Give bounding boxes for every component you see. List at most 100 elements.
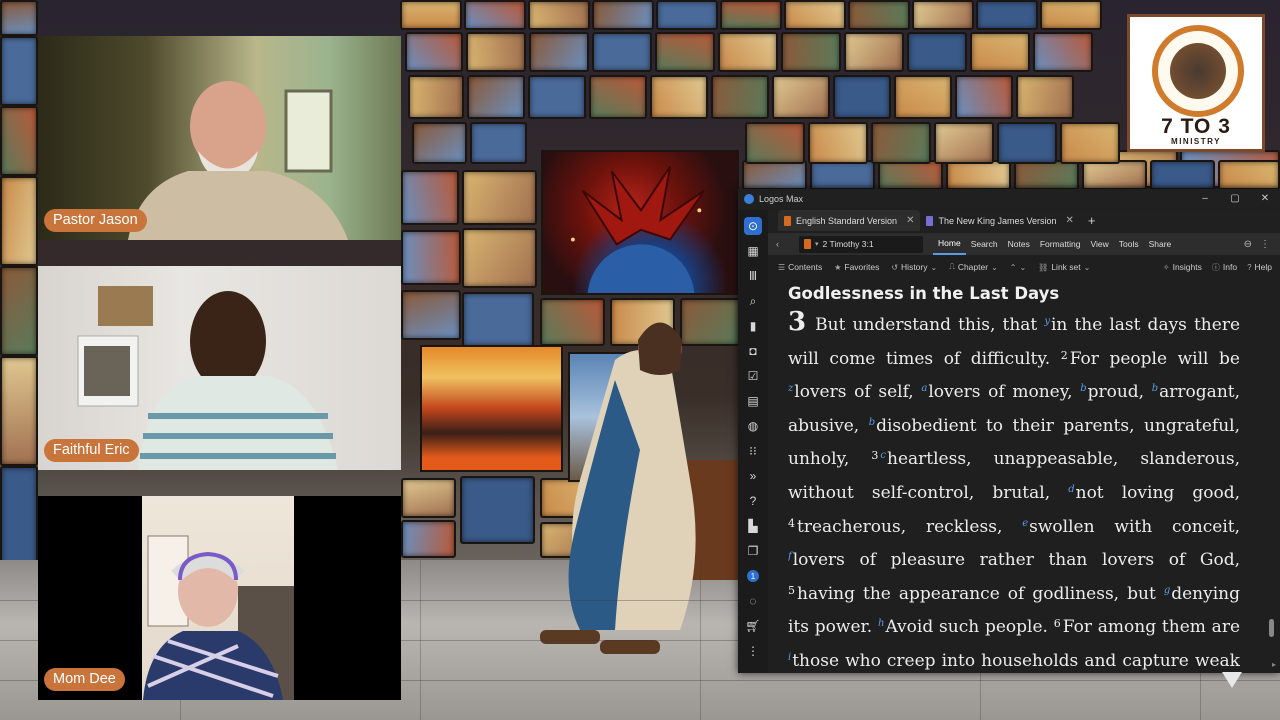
info-button[interactable]: ⓘ Info: [1212, 262, 1237, 273]
menu-home[interactable]: Home: [933, 233, 966, 255]
mural-painting: [655, 32, 715, 72]
help-icon[interactable]: ?: [744, 492, 762, 510]
contents-button[interactable]: ☰ Contents: [778, 262, 822, 272]
panel-more-icon[interactable]: ⋮: [1260, 239, 1270, 250]
bookmark-icon[interactable]: ▮: [744, 317, 762, 335]
verse-number[interactable]: 6: [1054, 617, 1061, 630]
logos-search-icon[interactable]: ⊙: [744, 217, 762, 235]
search-icon[interactable]: ⌕: [744, 292, 762, 310]
passage-text[interactable]: 3 But understand this, that yin the last…: [788, 307, 1240, 673]
mural-painting: [934, 122, 994, 164]
chevron-up-icon[interactable]: ⌃: [1010, 263, 1017, 272]
library-icon[interactable]: Ⅲ: [744, 267, 762, 285]
cross-reference-marker[interactable]: b: [869, 417, 875, 428]
cross-reference-marker[interactable]: c: [880, 450, 886, 461]
more-icon[interactable]: ⋮: [744, 642, 762, 660]
minimize-icon[interactable]: –: [1190, 193, 1220, 204]
verse-text-run: swollen with conceit,: [1029, 516, 1240, 537]
pointer-triangle-icon: [1222, 672, 1242, 688]
back-arrow-icon[interactable]: ‹: [776, 239, 779, 249]
checklist-icon[interactable]: ☑: [744, 367, 762, 385]
panel-toolbar: ‹ ▾ 2 Timothy 3:1 Home Search Notes Form…: [768, 233, 1280, 255]
logos-window[interactable]: Logos Max – ▢ ✕ English Standard Version…: [738, 189, 1280, 673]
menu-formatting[interactable]: Formatting: [1035, 233, 1086, 255]
link-set-button[interactable]: ⛓︎ Link set ⌄: [1038, 262, 1090, 272]
cross-reference-marker[interactable]: g: [1164, 585, 1170, 596]
cross-reference-marker[interactable]: h: [878, 618, 884, 629]
tab-close-icon[interactable]: ✕: [906, 215, 914, 226]
ministry-logo: 7 TO 3 MINISTRY: [1127, 14, 1265, 152]
notification-badge[interactable]: 1: [744, 567, 762, 585]
tools-grid-icon[interactable]: ⁝⁝: [744, 442, 762, 460]
mural-painting: [970, 32, 1030, 72]
mural-painting: [844, 32, 904, 72]
chapter-button[interactable]: ⎍ Chapter ⌄: [949, 262, 998, 272]
cart-icon[interactable]: 🛒︎: [744, 617, 762, 635]
scrollbar-thumb[interactable]: [1269, 619, 1274, 637]
mural-painting: [810, 160, 875, 190]
tab-bar: English Standard Version ✕ The New King …: [738, 210, 1280, 231]
chevron-down-icon: ⌄: [1083, 262, 1091, 272]
document-icon[interactable]: ▤: [744, 392, 762, 410]
mural-painting: [946, 160, 1011, 190]
chevron-down-icon[interactable]: ⌄: [1019, 263, 1026, 272]
reference-input[interactable]: ▾ 2 Timothy 3:1: [799, 235, 923, 253]
mural-painting: [711, 75, 769, 119]
maximize-icon[interactable]: ▢: [1220, 193, 1250, 204]
new-tab-icon[interactable]: +: [1080, 213, 1104, 231]
cross-reference-marker[interactable]: b: [1080, 383, 1086, 394]
mural-painting: [912, 0, 974, 30]
window-titlebar[interactable]: Logos Max – ▢ ✕: [738, 189, 1280, 208]
tab-english-standard-version[interactable]: English Standard Version ✕: [778, 210, 921, 231]
cross-reference-marker[interactable]: y: [1044, 316, 1050, 327]
cross-reference-marker[interactable]: d: [1068, 484, 1074, 495]
guides-icon[interactable]: ◘: [744, 342, 762, 360]
cross-reference-marker[interactable]: f: [788, 551, 792, 562]
expand-icon[interactable]: »: [744, 467, 762, 485]
verse-number[interactable]: 3: [871, 449, 878, 462]
menu-view[interactable]: View: [1085, 233, 1113, 255]
verse-text-run: not loving good,: [1075, 482, 1240, 503]
verse-number[interactable]: 4: [788, 517, 795, 530]
cross-reference-marker[interactable]: z: [788, 383, 793, 394]
mural-painting: [412, 122, 467, 164]
atlas-icon[interactable]: ◍: [744, 417, 762, 435]
cross-reference-marker[interactable]: b: [1152, 383, 1158, 394]
bible-reading-pane[interactable]: Godlessness in the Last Days 3 But under…: [788, 284, 1240, 673]
mural-painting: [650, 75, 708, 119]
close-icon[interactable]: ✕: [1250, 193, 1280, 204]
mural-painting: [0, 266, 38, 356]
scroll-down-icon[interactable]: ▸: [1272, 660, 1276, 669]
menu-search[interactable]: Search: [966, 233, 1003, 255]
favorites-button[interactable]: ★ Favorites: [834, 262, 879, 272]
copy-icon[interactable]: ❐: [744, 542, 762, 560]
cross-reference-marker[interactable]: i: [788, 652, 791, 663]
tab-label: English Standard Version: [796, 215, 898, 226]
tab-close-icon[interactable]: ✕: [1066, 215, 1074, 226]
insights-button[interactable]: ✧ Insights: [1163, 262, 1202, 273]
dashboard-icon[interactable]: ▦: [744, 242, 762, 260]
bible-icon: [1170, 43, 1226, 99]
verse-number[interactable]: 2: [1061, 349, 1068, 362]
panel-settings-icon[interactable]: ⊖: [1244, 239, 1252, 250]
mural-painting: [781, 32, 841, 72]
layouts-icon[interactable]: ▙: [744, 517, 762, 535]
cross-reference-marker[interactable]: e: [1022, 518, 1028, 529]
mural-painting: [400, 0, 462, 30]
prev-next-buttons[interactable]: ⌃ ⌄: [1010, 263, 1026, 272]
cross-reference-marker[interactable]: a: [921, 383, 927, 394]
mural-painting: [401, 520, 456, 558]
clock-ring-icon: [1152, 25, 1244, 117]
mural-painting: [878, 160, 943, 190]
tab-new-king-james-version[interactable]: The New King James Version ✕: [920, 210, 1079, 231]
mural-painting: [772, 75, 830, 119]
verse-number[interactable]: 5: [788, 584, 795, 597]
menu-tools[interactable]: Tools: [1114, 233, 1144, 255]
menu-notes[interactable]: Notes: [1003, 233, 1035, 255]
menu-share[interactable]: Share: [1144, 233, 1177, 255]
history-button[interactable]: ↺ History ⌄: [891, 262, 937, 272]
mural-painting: [1082, 160, 1147, 190]
logo-subtitle: MINISTRY: [1171, 137, 1221, 146]
sync-icon[interactable]: ◌: [744, 592, 762, 610]
help-button[interactable]: ? Help: [1247, 262, 1272, 273]
